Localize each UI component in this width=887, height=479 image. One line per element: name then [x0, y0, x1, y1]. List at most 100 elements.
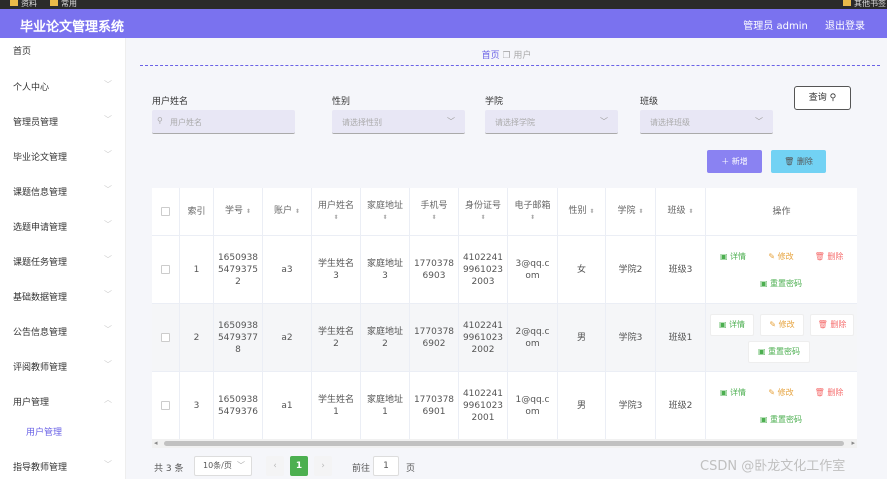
sidebar-item-tasks[interactable]: 课题任务管理 ﹀	[0, 243, 126, 278]
cell-phone: 1770378 6901	[410, 372, 459, 439]
sort-icon: ⬍	[688, 208, 694, 215]
detail-button[interactable]: ▣ 详情	[710, 314, 754, 336]
sidebar-item-applications[interactable]: 选题申请管理 ﹀	[0, 208, 126, 243]
batch-delete-button[interactable]: 🗑 删除	[771, 150, 826, 173]
sort-icon: ⬍	[529, 213, 536, 221]
gender-select[interactable]: 请选择性别 ﹀	[332, 110, 465, 134]
name-search-input[interactable]: ⚲ 用户姓名	[152, 110, 295, 134]
cell-email: 1@qq.c om	[508, 372, 558, 439]
current-user: 管理员 admin	[743, 21, 808, 32]
sidebar-item-admins[interactable]: 管理员管理 ﹀	[0, 103, 126, 138]
detail-button[interactable]: ▣ 详情	[712, 246, 754, 268]
folder-icon	[843, 0, 851, 6]
cell-student-no: 1650938 5479377 8	[214, 304, 263, 371]
detail-button[interactable]: ▣ 详情	[712, 382, 754, 404]
column-header[interactable]: 班级 ⬍	[656, 188, 706, 235]
reset-password-button[interactable]: ▣ 重置密码	[752, 409, 810, 431]
class-placeholder: 请选择班级	[650, 118, 690, 127]
horizontal-scrollbar[interactable]: ◂ ▸	[152, 439, 857, 448]
cell-class: 班级1	[656, 304, 706, 371]
page-size-select[interactable]: 10条/页 ﹀	[194, 456, 252, 476]
row-delete-button[interactable]: 🗑 删除	[810, 314, 854, 336]
chevron-down-icon: ﹀	[755, 117, 763, 126]
column-header[interactable]: 电子邮箱 ⬍	[508, 188, 558, 235]
breadcrumb-home[interactable]: 首页	[482, 51, 500, 61]
sidebar-subitem-user-manage[interactable]: 用户管理	[26, 425, 62, 438]
class-select[interactable]: 请选择班级 ﹀	[640, 110, 773, 134]
bookmark-folder-other[interactable]: 其他书签	[843, 0, 886, 9]
row-checkbox[interactable]	[161, 265, 170, 274]
column-header[interactable]: 家庭地址 ⬍	[361, 188, 410, 235]
sort-icon: ⬍	[294, 208, 300, 215]
sidebar-item-theses[interactable]: 毕业论文管理 ﹀	[0, 138, 126, 173]
cell-student-no: 1650938 5479375 2	[214, 236, 263, 303]
cell-phone: 1770378 6903	[410, 236, 459, 303]
breadcrumb-current: 用户	[513, 51, 532, 61]
cell-gender: 男	[558, 372, 606, 439]
column-header[interactable]: 账户 ⬍	[263, 188, 312, 235]
cell-address: 家庭地址 3	[361, 236, 410, 303]
row-checkbox[interactable]	[161, 333, 170, 342]
sidebar-item-label: 基础数据管理	[13, 293, 68, 303]
select-all-checkbox[interactable]	[161, 207, 170, 216]
sidebar-item-label: 个人中心	[13, 83, 50, 93]
table-row: 2 1650938 5479377 8 a2 学生姓名 2 家庭地址 2 177…	[152, 304, 857, 372]
column-header[interactable]: 性别 ⬍	[558, 188, 606, 235]
scroll-right-arrow-icon[interactable]: ▸	[851, 439, 855, 447]
sort-icon: ⬍	[245, 208, 251, 215]
chevron-down-icon: ﹀	[104, 185, 112, 194]
table-row: 3 1650938 5479376 a1 学生姓名 1 家庭地址 1 17703…	[152, 372, 857, 440]
sidebar-item-advisors[interactable]: 指导教师管理 ﹀	[0, 448, 126, 479]
column-header[interactable]: 学号 ⬍	[214, 188, 263, 235]
sidebar-item-reviewers[interactable]: 评阅教师管理 ﹀	[0, 348, 126, 383]
row-delete-button[interactable]: 🗑 删除	[808, 246, 850, 268]
column-header[interactable]: 学院 ⬍	[606, 188, 656, 235]
delete-button-label: 删除	[796, 157, 813, 166]
cell-name: 学生姓名 2	[312, 304, 361, 371]
sort-icon: ⬍	[382, 213, 388, 221]
reset-password-button[interactable]: ▣ 重置密码	[748, 341, 810, 363]
bookmark-folder-1[interactable]: 资料	[10, 0, 37, 9]
sidebar-item-users[interactable]: 用户管理 ︿	[0, 383, 126, 418]
detail-icon: ▣	[719, 388, 731, 397]
sidebar-item-notices[interactable]: 公告信息管理 ﹀	[0, 313, 126, 348]
cell-address: 家庭地址 2	[361, 304, 410, 371]
edit-label: 修改	[777, 388, 794, 397]
sidebar: 首页 个人中心 ﹀ 管理员管理 ﹀ 毕业论文管理 ﹀ 课题信息管理 ﹀ 选题申请管理 ﹀ …	[0, 38, 126, 479]
add-button[interactable]: ＋ 新增	[707, 150, 762, 173]
edit-button[interactable]: ✎ 修改	[760, 314, 804, 336]
row-checkbox[interactable]	[161, 401, 170, 410]
row-select-cell	[152, 372, 180, 439]
detail-label: 详情	[730, 252, 747, 261]
column-header[interactable]: 身份证号 ⬍	[459, 188, 508, 235]
goto-page-input[interactable]: 1	[373, 456, 399, 476]
edit-button[interactable]: ✎ 修改	[760, 246, 802, 268]
column-header[interactable]: 手机号 ⬍	[410, 188, 459, 235]
scroll-left-arrow-icon[interactable]: ◂	[154, 439, 158, 447]
column-header[interactable]: 用户姓名 ⬍	[312, 188, 361, 235]
sidebar-item-profile[interactable]: 个人中心 ﹀	[0, 68, 126, 103]
college-select[interactable]: 请选择学院 ﹀	[485, 110, 618, 134]
sidebar-item-base-data[interactable]: 基础数据管理 ﹀	[0, 278, 126, 313]
column-header-label: 电子邮箱	[514, 200, 551, 211]
row-delete-label: 删除	[827, 388, 844, 397]
next-page-button[interactable]: ›	[314, 456, 332, 476]
sidebar-item-topics[interactable]: 课题信息管理 ﹀	[0, 173, 126, 208]
add-button-label: 新增	[731, 157, 748, 166]
main-content: 首页 ❐ 用户 用户姓名 ⚲ 用户姓名 性别 请选择性别 ﹀ 学院 请选择学院 …	[126, 38, 887, 479]
chevron-down-icon: ﹀	[104, 220, 112, 229]
scrollbar-thumb[interactable]	[164, 441, 844, 446]
column-header-label: 学院	[617, 206, 636, 216]
prev-page-button[interactable]: ‹	[266, 456, 284, 476]
page-number-active[interactable]: 1	[290, 456, 308, 476]
logout-link[interactable]: 退出登录	[825, 21, 865, 32]
page-suffix: 页	[406, 464, 416, 474]
reset-password-button[interactable]: ▣ 重置密码	[752, 273, 810, 295]
row-delete-button[interactable]: 🗑 删除	[808, 382, 850, 404]
cell-index: 3	[180, 372, 214, 439]
query-button[interactable]: 查询 ⚲	[794, 86, 851, 110]
filter-label-college: 学院	[485, 97, 504, 107]
chevron-right-icon: ›	[321, 461, 325, 471]
edit-button[interactable]: ✎ 修改	[760, 382, 802, 404]
bookmark-folder-2[interactable]: 常用	[50, 0, 77, 9]
